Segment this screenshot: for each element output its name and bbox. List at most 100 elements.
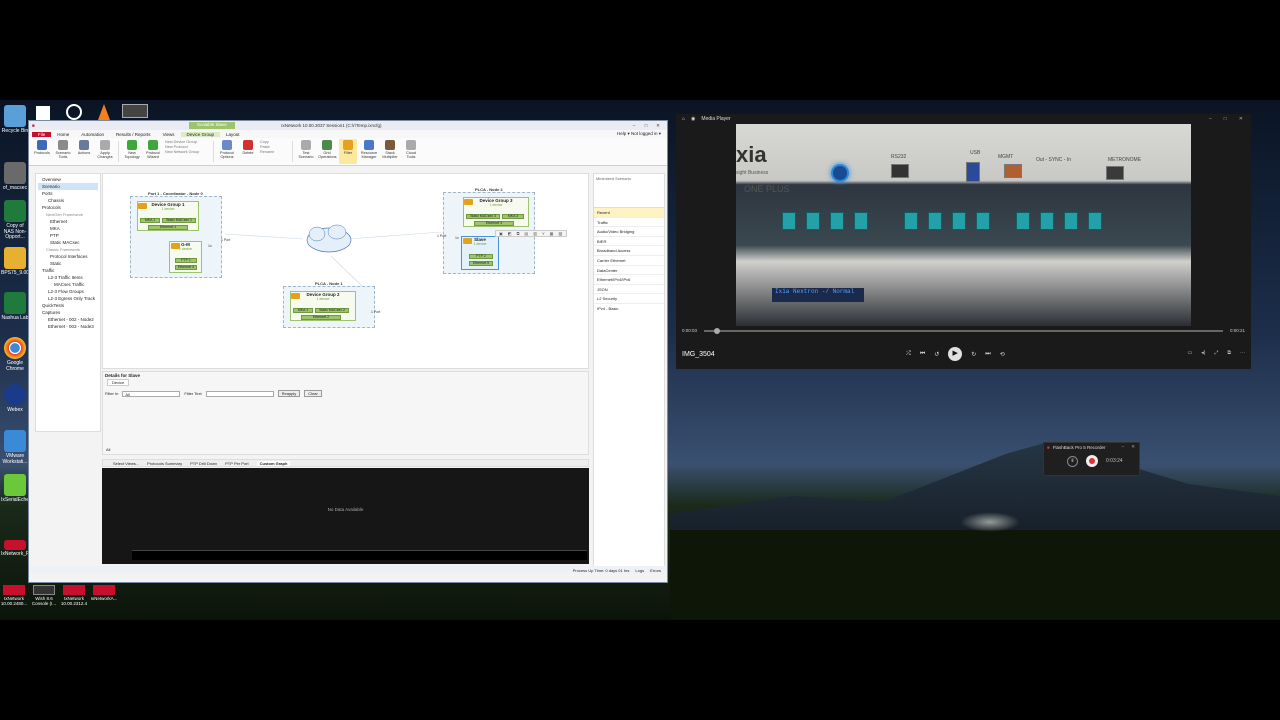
ixnetwork-window[interactable]: ■ Scalable Slave IxNetwork 10.00.3037 Se… [28, 120, 668, 583]
repeat-icon[interactable]: ⟲ [1000, 351, 1005, 358]
new-network-group-button[interactable]: New Network Group [165, 150, 209, 154]
taskbar-wish[interactable]: Wish 8.6 Console (I... [30, 585, 58, 607]
previous-icon[interactable]: ⏮ [920, 351, 925, 358]
protocol-ethernet[interactable]: Ethernet 4 [175, 265, 197, 270]
nav-item-ptp[interactable]: PTP [38, 232, 98, 239]
rename-button[interactable]: Rename [260, 150, 288, 154]
desktop-icon-ixnetwork[interactable]: IxNetwork_R... [1, 540, 34, 558]
next-icon[interactable]: ⏭ [985, 351, 990, 358]
tab-results[interactable]: Results / Reports [110, 132, 157, 137]
nav-item-protocols[interactable]: Protocols [38, 204, 98, 211]
library-item-bier[interactable]: BIER [594, 237, 664, 247]
floating-toolbar[interactable]: ▣ ◩ ⧉ ▤ ▥ Y ▦ ▧ [495, 230, 567, 237]
desktop-icon-excel-copy[interactable]: Copy of NAS Non-Opport... [1, 200, 29, 241]
protocol-ethernet[interactable]: Ethernet 3 [474, 221, 514, 226]
nav-item-quicktests[interactable]: QuickTests [38, 302, 98, 309]
toolbar-icon[interactable]: ▧ [558, 231, 562, 236]
library-item-ipv4-basic[interactable]: IPv4 - Basic [594, 304, 664, 314]
media-player-window[interactable]: ⌂ ◉ Media Player – □ ✕ xia sight Busines… [676, 114, 1251, 369]
nav-item-traffic[interactable]: Traffic [38, 267, 98, 274]
logs-button[interactable]: Logs [635, 568, 644, 573]
desktop-icon-recycle-bin[interactable]: Recycle Bin [1, 105, 29, 135]
more-icon[interactable]: ⋯ [1240, 350, 1245, 356]
nav-item-traffic-items[interactable]: L2-3 Traffic Items [38, 274, 98, 281]
close-button[interactable]: ✕ [1239, 116, 1243, 122]
new-device-group-button[interactable]: New Device Group [165, 140, 209, 144]
taskbar-ixnetwork-1[interactable]: IxNetwork 10.00.2480... [0, 585, 28, 607]
library-item-avb[interactable]: Audio/Video Bridging [594, 227, 664, 237]
desktop-icon-nashua-lab[interactable]: Nashua Lab [1, 292, 29, 322]
app-icon[interactable] [122, 104, 148, 118]
protocol-mka[interactable]: MKA 1 [293, 308, 313, 313]
minimized-scenario[interactable]: Minimized Scenario [594, 174, 664, 208]
toolbar-icon[interactable]: ⧉ [517, 231, 520, 236]
new-protocol-button[interactable]: New Protocol [165, 145, 209, 149]
miniplayer-icon[interactable]: ⧉ [1227, 350, 1231, 356]
protocol-ethernet[interactable]: Ethernet 2 [301, 315, 341, 320]
close-button[interactable]: ✕ [652, 123, 664, 129]
close-button[interactable]: ✕ [1131, 444, 1135, 450]
reapply-button[interactable]: Reapply [277, 390, 301, 397]
scenario-tools-button[interactable]: Scenario Tools [54, 139, 72, 164]
nav-item-static-macsec[interactable]: Static MACsec [38, 239, 98, 246]
library-item-json[interactable]: JSON [594, 285, 664, 295]
filter-text-input[interactable] [205, 390, 274, 397]
filter-button[interactable]: Filter [339, 139, 357, 164]
nav-item-capture-node3[interactable]: Ethernet - 003 - Node3 [38, 323, 98, 330]
nav-item-scenario[interactable]: Scenario [38, 183, 98, 190]
tab-home[interactable]: Home [51, 132, 75, 137]
recorder-titlebar[interactable]: ■ FlashBack Pro 5 Recorder – ✕ [1044, 443, 1139, 451]
filter-icon[interactable]: Y [542, 231, 545, 236]
document-icon[interactable] [36, 106, 50, 120]
protocol-ethernet[interactable]: Ethernet 1 [148, 225, 188, 230]
toolbar-icon[interactable]: ▥ [533, 231, 537, 236]
paste-button[interactable]: Paste [260, 145, 288, 149]
tab-file[interactable]: File [32, 131, 52, 137]
library-item-traffic[interactable]: Traffic [594, 218, 664, 228]
desktop-icon-chrome[interactable]: Google Chrome [1, 337, 29, 372]
protocol-ptp[interactable]: PTP 1 [175, 258, 197, 263]
errors-button[interactable]: Errors [650, 568, 661, 573]
nav-item-chassis[interactable]: Chassis [38, 197, 98, 204]
stop-record-button[interactable] [1086, 455, 1098, 467]
nav-item-mka[interactable]: MKA [38, 225, 98, 232]
video-frame[interactable]: xia sight Business ONE PLUS RS232 USB MG… [736, 124, 1191, 326]
tab-automation[interactable]: Automation [75, 132, 110, 137]
maximize-button[interactable]: □ [640, 123, 652, 128]
volume-icon[interactable]: ◂) [1201, 350, 1205, 356]
nav-item-static[interactable]: Static [38, 260, 98, 267]
desktop-icon-vmware[interactable]: VMware Workstati... [1, 430, 29, 465]
protocol-mka[interactable]: MKA 1 [140, 218, 160, 223]
tab-protocols-summary[interactable]: Protocols Summary [147, 461, 182, 466]
apply-changes-button[interactable]: Apply Changes [96, 139, 114, 164]
help-menu[interactable]: Help ▾ Not logged in ▾ [611, 131, 667, 137]
protocol-ethernet[interactable]: Ethernet 5 [469, 261, 493, 266]
desktop-icon-macsec[interactable]: of_macsec [1, 162, 29, 192]
vlc-icon[interactable] [98, 104, 110, 120]
grid-operations-button[interactable]: Grid Operations [318, 139, 337, 164]
fullscreen-icon[interactable]: ⤢ [1214, 350, 1218, 356]
protocol-options-button[interactable]: Protocol Options [218, 139, 236, 164]
select-views-button[interactable]: Select Views... [113, 461, 139, 466]
toolbar-icon[interactable]: ▦ [550, 231, 554, 236]
graph-scrollbar[interactable] [132, 550, 587, 560]
captions-icon[interactable]: ▭ [1187, 350, 1192, 356]
library-item-recent[interactable]: Recent [594, 208, 664, 218]
toolbar-icon[interactable]: ◩ [508, 231, 512, 236]
recorder-widget[interactable]: ■ FlashBack Pro 5 Recorder – ✕ Ⅱ 0:03:24 [1043, 442, 1140, 476]
library-item-ethernet-ip[interactable]: Ethernet/IPv4/IPv6 [594, 275, 664, 285]
nav-item-overview[interactable]: Overview [38, 176, 98, 183]
library-item-broadband[interactable]: Broadband Access [594, 246, 664, 256]
protocol-wizard-button[interactable]: Protocol Wizard [144, 139, 162, 164]
protocol-static-macsec[interactable]: Static MACsec 2 [315, 308, 349, 313]
delete-button[interactable]: Delete [239, 139, 257, 164]
ixnetwork-titlebar[interactable]: ■ Scalable Slave IxNetwork 10.00.3037 Se… [29, 121, 667, 130]
clear-button[interactable]: Clear [304, 390, 322, 397]
stack-multiplier-button[interactable]: Stack Multiplier [381, 139, 399, 164]
desktop-icon-webex[interactable]: Webex [1, 384, 29, 414]
protocol-static-macsec[interactable]: Static MACsec 1 [162, 218, 196, 223]
pause-button[interactable]: Ⅱ [1067, 455, 1078, 467]
protocol-static-macsec[interactable]: Static MACsec 3 [466, 214, 500, 219]
seek-bar[interactable] [704, 328, 1223, 334]
forward-icon[interactable]: ↻ [971, 351, 976, 358]
